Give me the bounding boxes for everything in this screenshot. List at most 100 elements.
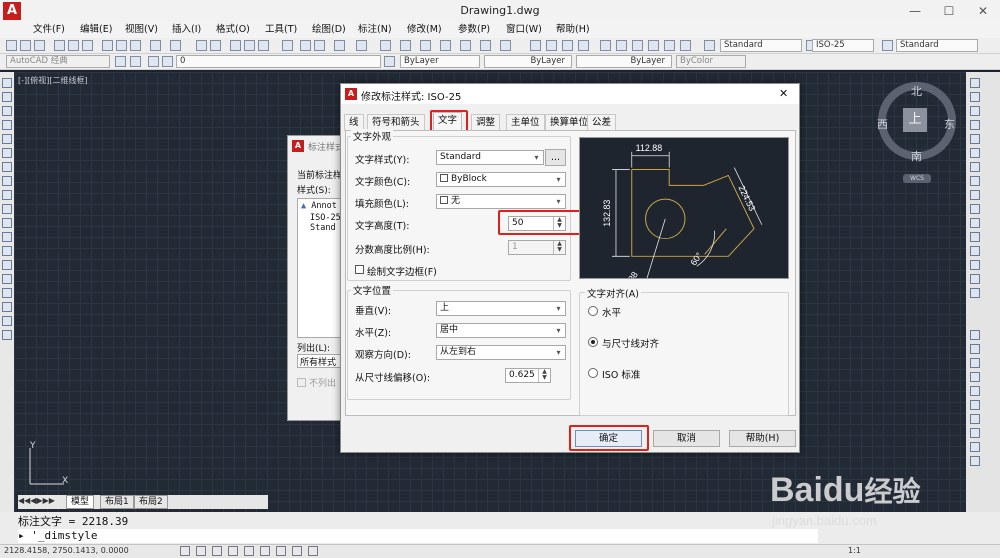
- table-style-select[interactable]: Standard: [896, 39, 978, 52]
- array-tool-icon[interactable]: [970, 134, 980, 144]
- new-icon[interactable]: [6, 40, 17, 51]
- toolbar-lock-icon[interactable]: [130, 56, 141, 67]
- trim-tool-icon[interactable]: [970, 204, 980, 214]
- layer-prev-icon[interactable]: [314, 40, 325, 51]
- menu-tools[interactable]: 工具(T): [265, 23, 297, 37]
- palettes-icon[interactable]: [258, 40, 269, 51]
- text-color-select[interactable]: ByBlock ▾: [436, 172, 566, 187]
- gradient-tool-icon[interactable]: [2, 288, 12, 298]
- viewcube-top-face[interactable]: 上: [903, 108, 927, 132]
- markup-icon[interactable]: [664, 40, 675, 51]
- publish-icon[interactable]: [82, 40, 93, 51]
- match-icon[interactable]: [380, 40, 391, 51]
- viewcube-east[interactable]: 东: [944, 116, 955, 132]
- save-icon[interactable]: [34, 40, 45, 51]
- ellipse-tool-icon[interactable]: [2, 204, 12, 214]
- layer-icon[interactable]: [300, 40, 311, 51]
- regen-icon[interactable]: [500, 40, 511, 51]
- explode-tool-icon[interactable]: [970, 288, 980, 298]
- properties-icon[interactable]: [230, 40, 241, 51]
- preview-icon[interactable]: [68, 40, 79, 51]
- block-icon[interactable]: [334, 40, 345, 51]
- menu-view[interactable]: 视图(V): [125, 23, 158, 37]
- designcenter2-icon[interactable]: [616, 40, 627, 51]
- properties2-icon[interactable]: [600, 40, 611, 51]
- menu-parametric[interactable]: 参数(P): [458, 23, 490, 37]
- join-tool-icon[interactable]: [970, 246, 980, 256]
- zoom-realtime-icon[interactable]: [546, 40, 557, 51]
- fill-color-select[interactable]: 无 ▾: [436, 194, 566, 209]
- move-tool-icon[interactable]: [970, 148, 980, 158]
- zoom-icon[interactable]: [210, 40, 221, 51]
- snap-tool-icon[interactable]: [970, 330, 980, 340]
- workspace-select[interactable]: AutoCAD 经典: [6, 55, 110, 68]
- copy-icon[interactable]: [116, 40, 127, 51]
- copy-tool-icon[interactable]: [970, 92, 980, 102]
- menu-edit[interactable]: 编辑(E): [80, 23, 112, 37]
- help-icon[interactable]: [282, 40, 293, 51]
- region-tool-icon[interactable]: [2, 302, 12, 312]
- list-icon[interactable]: [400, 40, 411, 51]
- rotate-tool-icon[interactable]: [970, 162, 980, 172]
- lineweight-select[interactable]: ByLayer: [576, 55, 672, 68]
- text-style-browse-button[interactable]: ...: [545, 149, 566, 166]
- dialog-close-button[interactable]: ✕: [779, 87, 788, 100]
- otrack-mode-icon[interactable]: [260, 546, 270, 556]
- text-style-icon[interactable]: [704, 40, 715, 51]
- help-button[interactable]: 帮助(H): [729, 430, 796, 447]
- xline-tool-icon[interactable]: [2, 92, 12, 102]
- polygon-tool-icon[interactable]: [2, 120, 12, 130]
- viewcube-west[interactable]: 西: [877, 116, 888, 132]
- vertical-select[interactable]: 上 ▾: [436, 301, 566, 316]
- tab-tolerances[interactable]: 公差: [587, 114, 617, 131]
- sheet-icon[interactable]: [480, 40, 491, 51]
- extend-tool-icon[interactable]: [970, 218, 980, 228]
- hatch-tool-icon[interactable]: [2, 274, 12, 284]
- polyline-tool-icon[interactable]: [2, 106, 12, 116]
- open-icon[interactable]: [20, 40, 31, 51]
- osnap-quadrant-icon[interactable]: [970, 400, 980, 410]
- menu-modify[interactable]: 修改(M): [407, 23, 442, 37]
- no-list-checkbox[interactable]: [297, 378, 306, 387]
- attribute-icon[interactable]: [460, 40, 471, 51]
- plotstyle-select[interactable]: ByColor: [676, 55, 746, 68]
- table-tool-icon[interactable]: [2, 316, 12, 326]
- wcs-menu[interactable]: WCS: [903, 174, 931, 183]
- pan-icon[interactable]: [196, 40, 207, 51]
- layer-manager-icon[interactable]: [148, 56, 159, 67]
- linetype-select[interactable]: ByLayer: [484, 55, 572, 68]
- menu-format[interactable]: 格式(O): [216, 23, 250, 37]
- menu-dimension[interactable]: 标注(N): [358, 23, 392, 37]
- mtext-tool-icon[interactable]: [2, 330, 12, 340]
- spinner-icon[interactable]: ▲ ▼: [538, 369, 550, 382]
- osnap-mode-icon[interactable]: [244, 546, 254, 556]
- workspace-settings-icon[interactable]: [115, 56, 126, 67]
- chamfer-tool-icon[interactable]: [970, 260, 980, 270]
- paste-icon[interactable]: [130, 40, 141, 51]
- text-style-select[interactable]: Standard ▾: [436, 150, 544, 165]
- close-button[interactable]: ✕: [966, 0, 1000, 22]
- osnap-node-icon[interactable]: [970, 386, 980, 396]
- sheetset-icon[interactable]: [648, 40, 659, 51]
- tab-alternate-units[interactable]: 换算单位: [545, 114, 594, 131]
- dim-style-select[interactable]: ISO-25: [812, 39, 874, 52]
- horizontal-select[interactable]: 居中 ▾: [436, 323, 566, 338]
- lwt-mode-icon[interactable]: [308, 546, 318, 556]
- osnap-center-icon[interactable]: [970, 372, 980, 382]
- viewport-label[interactable]: [-][俯视][二维线框]: [18, 75, 88, 86]
- color-select[interactable]: ByLayer: [400, 55, 480, 68]
- toolpalette-icon[interactable]: [632, 40, 643, 51]
- design-center-icon[interactable]: [244, 40, 255, 51]
- align-horizontal-radio[interactable]: [588, 306, 598, 316]
- text-style-select[interactable]: Standard: [720, 39, 802, 52]
- zoom-prev-icon[interactable]: [578, 40, 589, 51]
- cancel-button[interactable]: 取消: [653, 430, 720, 447]
- ellipse-arc-tool-icon[interactable]: [2, 218, 12, 228]
- osnap-perp-icon[interactable]: [970, 456, 980, 466]
- cut-icon[interactable]: [102, 40, 113, 51]
- table-icon[interactable]: [420, 40, 431, 51]
- viewcube-north[interactable]: 北: [911, 83, 922, 99]
- rectangle-tool-icon[interactable]: [2, 134, 12, 144]
- mirror-tool-icon[interactable]: [970, 106, 980, 116]
- grid-mode-icon[interactable]: [196, 546, 206, 556]
